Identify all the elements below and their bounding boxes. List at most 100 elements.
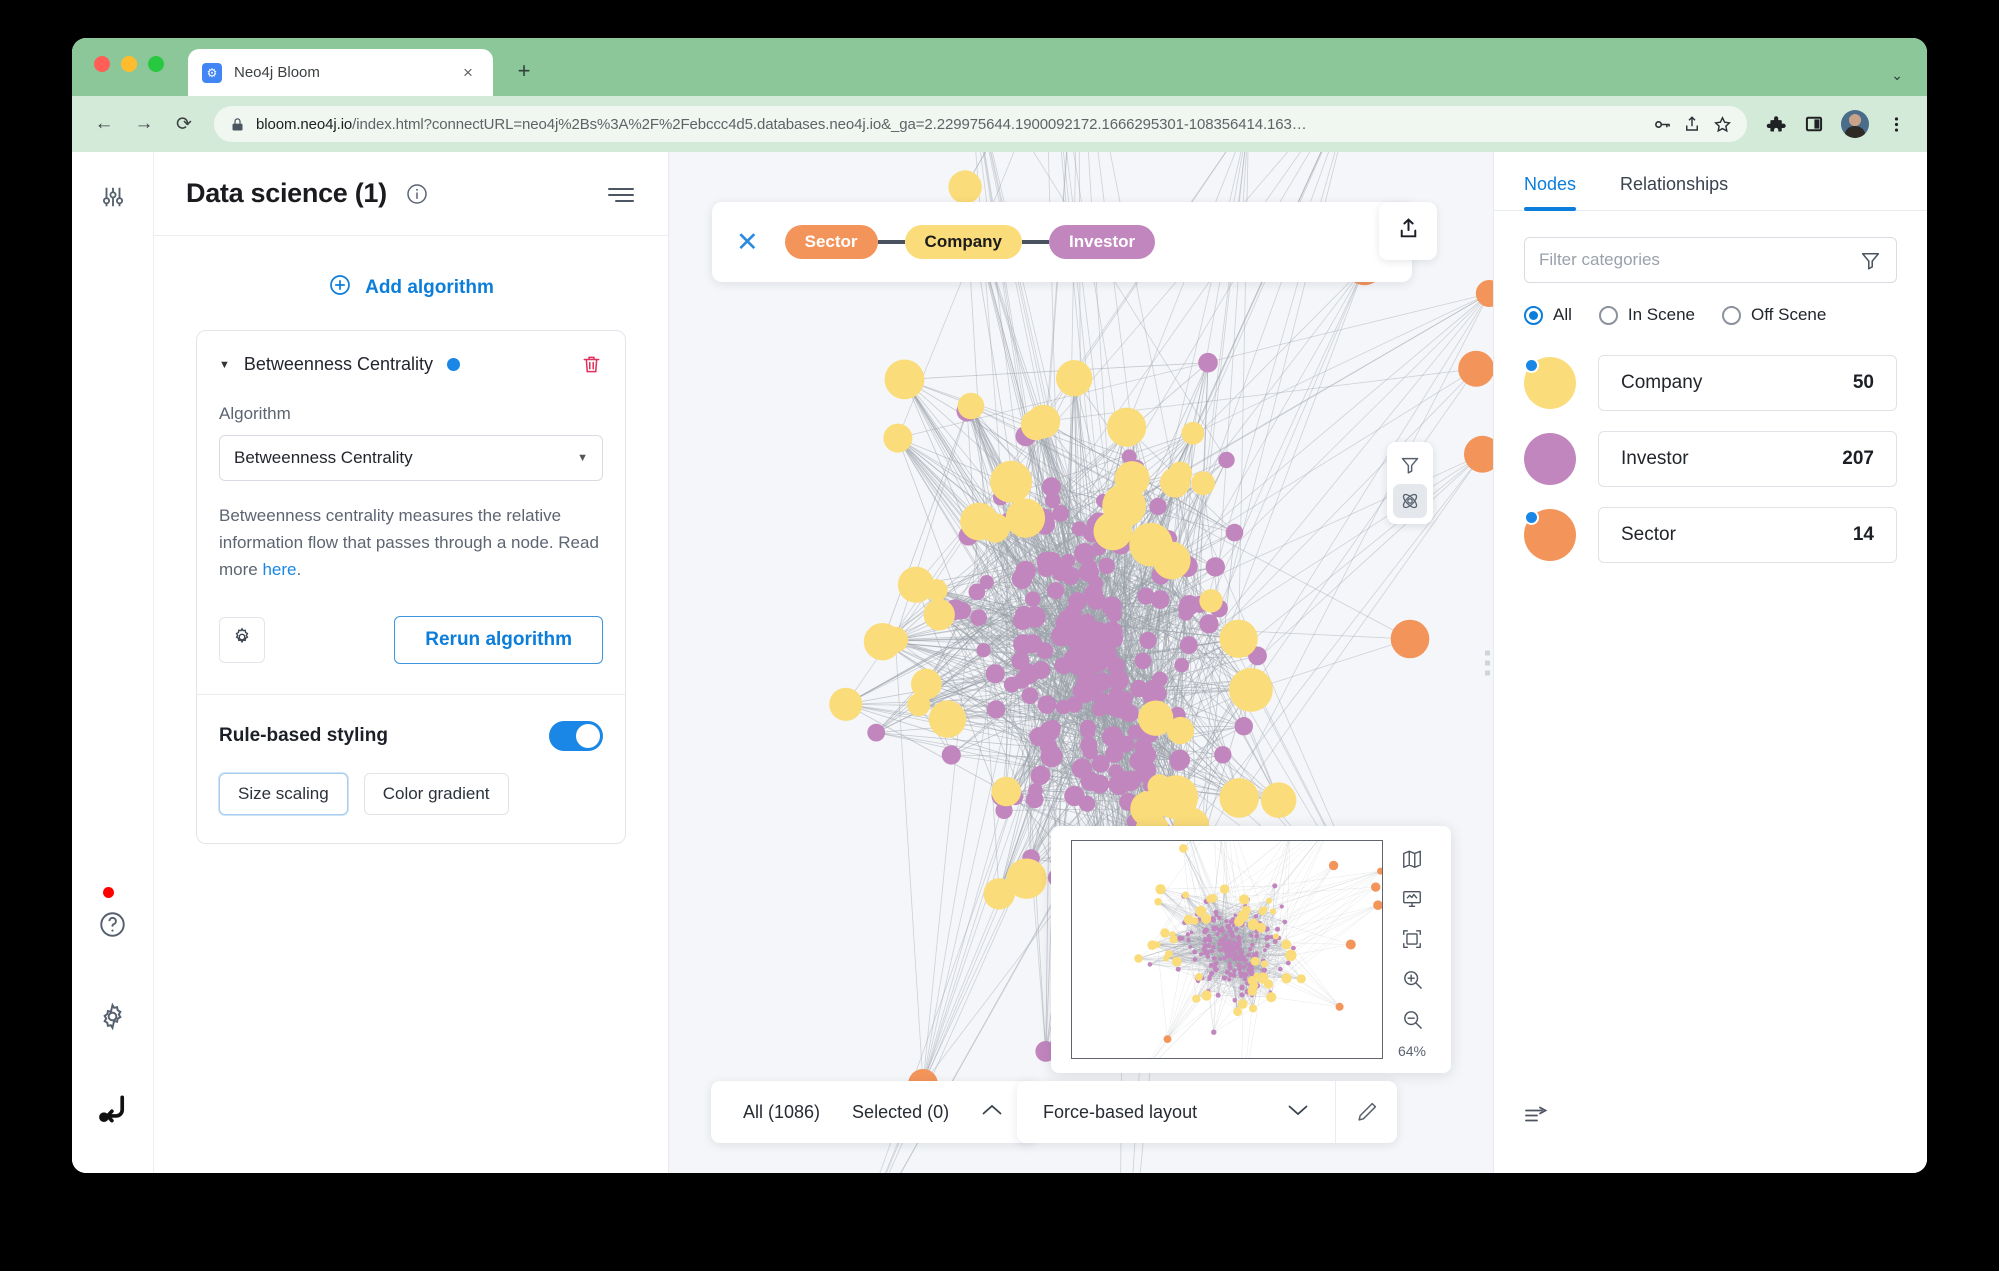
tab-list-chevron-icon[interactable]: ⌄ [1891, 67, 1903, 84]
plus-circle-icon [328, 273, 352, 302]
browser-tab[interactable]: ⚙ Neo4j Bloom × [188, 49, 493, 96]
left-icon-rail [72, 152, 154, 1173]
page-title: Data science (1) [186, 178, 387, 208]
graph-canvas[interactable]: ✕ Sector Company Investor 64% All (1086)… [669, 152, 1493, 1173]
minimap-canvas[interactable] [1071, 840, 1383, 1059]
radio-all-label: All [1553, 305, 1572, 324]
extensions-puzzle-icon[interactable] [1759, 107, 1793, 141]
hamburger-menu-icon[interactable] [606, 183, 636, 205]
neo4j-logo-icon[interactable] [90, 1085, 136, 1131]
reload-button[interactable]: ⟳ [166, 106, 202, 142]
chevron-up-icon[interactable] [981, 1103, 1003, 1122]
rule-based-styling-label: Rule-based styling [219, 724, 388, 746]
category-name: Company [1621, 372, 1703, 393]
tab-size-scaling[interactable]: Size scaling [219, 772, 348, 815]
scope-radio-group: All In Scene Off Scene [1524, 305, 1897, 325]
help-notification-badge [102, 887, 114, 898]
pattern-chip-company[interactable]: Company [904, 225, 1023, 259]
collapse-caret-icon[interactable]: ▼ [219, 359, 230, 371]
back-button[interactable]: ← [86, 106, 122, 142]
pattern-link [877, 240, 905, 244]
close-window-button[interactable] [94, 56, 110, 72]
all-count-label[interactable]: All (1086) [743, 1102, 820, 1123]
pattern-chip-sector[interactable]: Sector [784, 225, 878, 259]
sort-arrow-icon[interactable] [1524, 1106, 1550, 1131]
filter-categories-wrap [1524, 237, 1897, 283]
key-icon[interactable] [1647, 109, 1677, 139]
slideshow-icon[interactable] [1395, 882, 1429, 916]
graph-algorithm-atom-icon[interactable] [1393, 484, 1427, 518]
help-circle-icon[interactable] [90, 887, 136, 947]
category-pill-sector[interactable]: Sector 14 [1598, 507, 1897, 563]
styled-indicator-dot [1524, 510, 1539, 525]
avatar[interactable] [1841, 110, 1869, 138]
maximize-window-button[interactable] [148, 56, 164, 72]
browser-toolbar: ← → ⟳ bloom.neo4j.io/index.html?connectU… [72, 96, 1927, 152]
graph-tool-strip [1387, 442, 1433, 524]
close-tab-icon[interactable]: × [457, 62, 479, 84]
algorithm-description: Betweenness centrality measures the rela… [219, 503, 603, 584]
gear-icon [231, 626, 253, 653]
tab-relationships[interactable]: Relationships [1620, 174, 1728, 210]
radio-off-scene[interactable]: Off Scene [1722, 305, 1826, 325]
fit-to-screen-icon[interactable] [1395, 922, 1429, 956]
radio-in-scene-label: In Scene [1627, 305, 1696, 324]
tab-color-gradient[interactable]: Color gradient [363, 772, 509, 815]
upload-share-icon [1396, 216, 1421, 246]
category-pill-investor[interactable]: Investor 207 [1598, 431, 1897, 487]
investor-color-swatch[interactable] [1524, 433, 1576, 485]
sector-color-swatch[interactable] [1524, 509, 1576, 561]
info-circle-icon[interactable] [405, 182, 429, 206]
browser-window: ⚙ Neo4j Bloom × + ⌄ ← → ⟳ bloom.neo4j.io… [72, 38, 1927, 1173]
filter-categories-input[interactable] [1539, 250, 1859, 270]
algorithm-card-header: ▼ Betweenness Centrality [219, 353, 603, 376]
sliders-icon[interactable] [90, 174, 136, 220]
minimize-window-button[interactable] [121, 56, 137, 72]
company-color-swatch[interactable] [1524, 357, 1576, 409]
map-icon[interactable] [1395, 842, 1429, 876]
layout-select[interactable]: Force-based layout [1017, 1081, 1335, 1143]
forward-button[interactable]: → [126, 106, 162, 142]
bookmark-star-icon[interactable] [1707, 109, 1737, 139]
share-scene-button[interactable] [1379, 202, 1437, 260]
chrome-menu-icon[interactable] [1879, 107, 1913, 141]
panel-drag-handle[interactable] [1485, 650, 1490, 675]
new-tab-button[interactable]: + [509, 56, 539, 86]
algorithm-select-value: Betweenness Centrality [234, 448, 413, 467]
radio-all[interactable]: All [1524, 305, 1572, 325]
trash-icon[interactable] [580, 353, 603, 376]
address-bar[interactable]: bloom.neo4j.io/index.html?connectURL=neo… [214, 106, 1747, 142]
zoom-out-icon[interactable] [1395, 1003, 1429, 1037]
read-more-link[interactable]: here [262, 560, 296, 579]
rule-based-styling-toggle[interactable] [549, 720, 603, 751]
browser-tab-strip: ⚙ Neo4j Bloom × + ⌄ [72, 38, 1927, 96]
category-pill-company[interactable]: Company 50 [1598, 355, 1897, 411]
search-pattern-bar: ✕ Sector Company Investor [712, 202, 1412, 282]
styled-indicator-dot [1524, 358, 1539, 373]
gear-icon[interactable] [90, 993, 136, 1039]
rerun-algorithm-button[interactable]: Rerun algorithm [394, 615, 603, 664]
filter-funnel-icon[interactable] [1859, 249, 1882, 272]
category-name: Sector [1621, 524, 1676, 545]
radio-indicator [1722, 305, 1742, 325]
algorithm-settings-button[interactable] [219, 616, 265, 663]
zoom-in-icon[interactable] [1395, 963, 1429, 997]
close-x-icon[interactable]: ✕ [736, 227, 759, 258]
category-count: 207 [1842, 448, 1874, 469]
side-panel-icon[interactable] [1797, 107, 1831, 141]
tab-nodes[interactable]: Nodes [1524, 174, 1577, 211]
category-name: Investor [1621, 448, 1689, 469]
share-page-icon[interactable] [1677, 109, 1707, 139]
algorithm-select[interactable]: Betweenness Centrality ▼ [219, 435, 603, 481]
pencil-icon[interactable] [1335, 1081, 1397, 1143]
layout-label: Force-based layout [1043, 1101, 1198, 1122]
categories-panel: Nodes Relationships All In Scen [1485, 152, 1927, 1173]
graph-status-bar: All (1086) Selected (0) [711, 1081, 1036, 1143]
radio-in-scene[interactable]: In Scene [1598, 305, 1696, 325]
filter-funnel-icon[interactable] [1393, 448, 1427, 482]
pattern-chip-investor[interactable]: Investor [1049, 225, 1156, 259]
radio-indicator [1598, 305, 1618, 325]
right-panel-tabs: Nodes Relationships [1494, 152, 1927, 211]
add-algorithm-button[interactable]: Add algorithm [154, 236, 668, 330]
selected-count-label[interactable]: Selected (0) [852, 1102, 949, 1123]
